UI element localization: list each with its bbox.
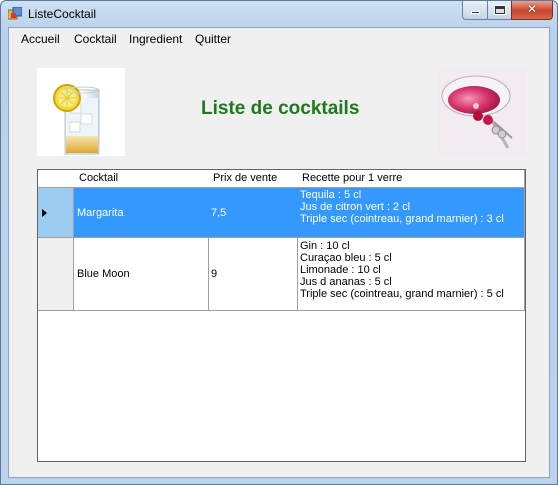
grid-corner-header xyxy=(38,170,75,188)
table-row[interactable]: Margarita 7,5 Tequila : 5 cl Jus de citr… xyxy=(38,188,525,238)
app-icon xyxy=(8,7,22,20)
cocktail-name: Blue Moon xyxy=(77,268,130,280)
client-area: Accueil Cocktail Ingredient Quitter List… xyxy=(8,27,550,478)
cell-cocktail[interactable]: Blue Moon xyxy=(74,238,209,310)
menu-accueil[interactable]: Accueil xyxy=(21,32,60,46)
minimize-icon xyxy=(470,11,480,14)
row-header[interactable] xyxy=(38,188,74,237)
cell-prix[interactable]: 7,5 xyxy=(208,188,298,237)
title-bar[interactable]: ListeCocktail ✕ xyxy=(1,1,557,27)
cell-cocktail[interactable]: Margarita xyxy=(74,188,209,237)
cell-recette[interactable]: Gin : 10 cl Curaçao bleu : 5 cl Limonade… xyxy=(297,238,525,310)
recipe-line: Gin : 10 cl xyxy=(300,240,350,252)
column-header-recette[interactable]: Recette pour 1 verre xyxy=(297,170,525,188)
menu-ingredient[interactable]: Ingredient xyxy=(129,32,182,46)
window-title: ListeCocktail xyxy=(28,7,97,21)
tall-cocktail-lemon-image xyxy=(37,68,125,156)
recipe-line: Jus d ananas : 5 cl xyxy=(300,276,392,288)
prix-value: 9 xyxy=(211,268,218,280)
martini-glass-cherry-image xyxy=(438,68,526,156)
close-button[interactable]: ✕ xyxy=(511,1,553,20)
page-heading: Liste de cocktails xyxy=(201,98,360,119)
menu-quitter[interactable]: Quitter xyxy=(195,32,231,46)
menu-bar: Accueil Cocktail Ingredient Quitter xyxy=(9,28,549,50)
cell-recette[interactable]: Tequila : 5 cl Jus de citron vert : 2 cl… xyxy=(297,188,525,237)
cell-prix[interactable]: 9 xyxy=(208,238,298,310)
column-header-prix[interactable]: Prix de vente xyxy=(208,170,298,188)
close-icon: ✕ xyxy=(526,2,538,16)
recipe-line: Tequila : 5 cl xyxy=(300,189,362,201)
table-row[interactable]: Blue Moon 9 Gin : 10 cl Curaçao bleu : 5… xyxy=(38,238,525,311)
maximize-icon xyxy=(494,6,505,14)
column-header-cocktail[interactable]: Cocktail xyxy=(74,170,209,188)
recipe-line: Jus de citron vert : 2 cl xyxy=(300,201,411,213)
menu-cocktail[interactable]: Cocktail xyxy=(74,32,117,46)
current-row-arrow-icon xyxy=(42,208,47,217)
cocktail-name: Margarita xyxy=(77,206,124,219)
prix-value: 7,5 xyxy=(211,206,227,219)
recipe-line: Triple sec (cointreau, grand marnier) : … xyxy=(300,213,504,225)
app-window: ListeCocktail ✕ Accueil Cocktail Ingredi… xyxy=(0,0,558,485)
recipe-line: Limonade : 10 cl xyxy=(300,264,381,276)
cocktail-grid[interactable]: Cocktail Prix de vente Recette pour 1 ve… xyxy=(37,169,526,462)
recipe-line: Curaçao bleu : 5 cl xyxy=(300,252,392,264)
recipe-line: Triple sec (cointreau, grand marnier) : … xyxy=(300,288,504,300)
row-header[interactable] xyxy=(38,238,74,310)
minimize-button[interactable] xyxy=(462,1,488,20)
maximize-button[interactable] xyxy=(487,1,512,20)
